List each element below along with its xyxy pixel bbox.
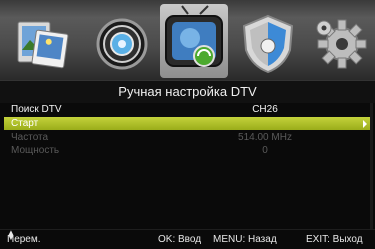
list-item-frequency: Частота 514.00 MHz [0,131,368,144]
speaker-audio-icon[interactable] [88,6,156,76]
help-ok: OK: Ввод [158,234,202,245]
media-photo-icon[interactable] [8,6,76,76]
scrollbar[interactable] [370,103,373,229]
arrow-right-icon [363,120,367,128]
power-value: 0 [262,145,268,156]
start-label: Старт [11,118,39,129]
list-item-start[interactable]: Старт [4,117,370,130]
list-item-dtv-search[interactable]: Поиск DTV CH26 [0,103,368,116]
help-menu: MENU: Назад [213,234,277,245]
top-icon-bar [0,0,375,80]
frequency-label: Частота [11,132,49,143]
page-title: Ручная настройка DTV [0,80,375,104]
help-bar: ▲ ▼ Перем. OK: Ввод MENU: Назад EXIT: Выхо… [0,229,375,249]
dtv-search-value: CH26 [252,104,278,115]
help-exit: EXIT: Выход [306,234,363,245]
dtv-search-label: Поиск DTV [11,104,62,115]
tv-menu-screen: Ручная настройка DTV Поиск DTV CH26 Стар… [0,0,375,249]
list-item-power: Мощность 0 [0,144,368,157]
frequency-value: 514.00 MHz [238,132,292,143]
help-nav-label: Перем. [7,234,41,245]
power-label: Мощность [11,145,60,156]
shield-lock-icon[interactable] [234,6,302,76]
tv-channel-icon[interactable] [160,4,228,78]
gear-settings-icon[interactable] [306,6,374,76]
settings-list: Поиск DTV CH26 Старт Частота 514.00 MHz … [0,103,375,229]
